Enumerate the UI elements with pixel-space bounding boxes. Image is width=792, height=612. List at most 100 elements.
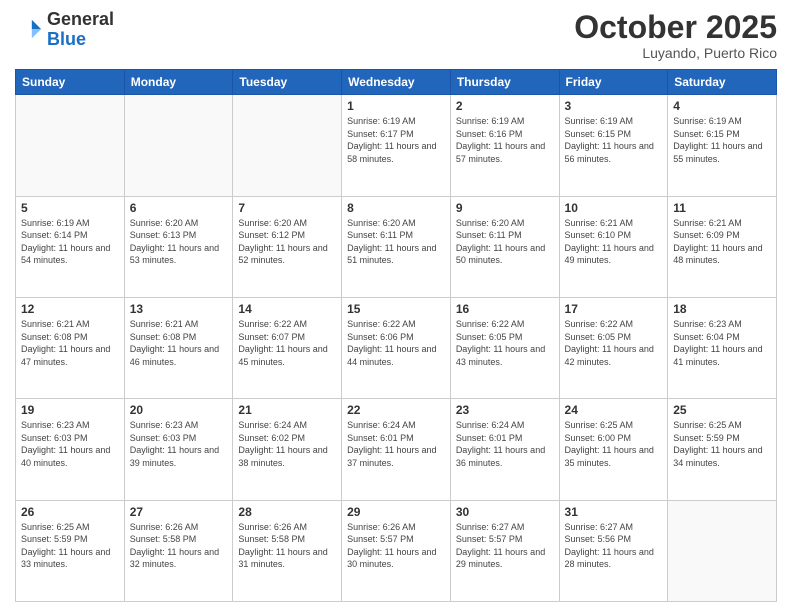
table-row: 27 Sunrise: 6:26 AM Sunset: 5:58 PM Dayli… <box>124 500 233 601</box>
table-row <box>668 500 777 601</box>
day-info: Sunrise: 6:21 AM Sunset: 6:08 PM Dayligh… <box>130 318 228 368</box>
calendar-week-row: 12Sunrise: 6:21 AM Sunset: 6:08 PM Dayli… <box>16 297 777 398</box>
table-row: 12Sunrise: 6:21 AM Sunset: 6:08 PM Dayli… <box>16 297 125 398</box>
table-row: 16Sunrise: 6:22 AM Sunset: 6:05 PM Dayli… <box>450 297 559 398</box>
logo-general: General <box>47 10 114 30</box>
table-row: 13 Sunrise: 6:21 AM Sunset: 6:08 PM Dayli… <box>124 297 233 398</box>
table-row: 11Sunrise: 6:21 AM Sunset: 6:09 PM Dayli… <box>668 196 777 297</box>
day-number: 26 <box>21 505 119 519</box>
table-row: 25Sunrise: 6:25 AM Sunset: 5:59 PM Dayli… <box>668 399 777 500</box>
day-info: Sunrise: 6:21 AM Sunset: 6:10 PM Dayligh… <box>565 217 663 267</box>
table-row: 31 Sunrise: 6:27 AM Sunset: 5:56 PM Dayli… <box>559 500 668 601</box>
day-number: 24 <box>565 403 663 417</box>
table-row: 30Sunrise: 6:27 AM Sunset: 5:57 PM Dayli… <box>450 500 559 601</box>
day-number: 21 <box>238 403 336 417</box>
table-row: 6 Sunrise: 6:20 AM Sunset: 6:13 PM Daylig… <box>124 196 233 297</box>
day-number: 6 <box>130 201 228 215</box>
calendar-week-row: 5 Sunrise: 6:19 AM Sunset: 6:14 PM Daylig… <box>16 196 777 297</box>
day-number: 17 <box>565 302 663 316</box>
logo-text: General Blue <box>47 10 114 50</box>
day-info: Sunrise: 6:21 AM Sunset: 6:08 PM Dayligh… <box>21 318 119 368</box>
day-info: Sunrise: 6:23 AM Sunset: 6:03 PM Dayligh… <box>21 419 119 469</box>
table-row: 22Sunrise: 6:24 AM Sunset: 6:01 PM Dayli… <box>342 399 451 500</box>
table-row: 18Sunrise: 6:23 AM Sunset: 6:04 PM Dayli… <box>668 297 777 398</box>
day-info: Sunrise: 6:19 AM Sunset: 6:14 PM Dayligh… <box>21 217 119 267</box>
day-number: 28 <box>238 505 336 519</box>
col-wednesday: Wednesday <box>342 70 451 95</box>
day-info: Sunrise: 6:19 AM Sunset: 6:15 PM Dayligh… <box>565 115 663 165</box>
day-number: 23 <box>456 403 554 417</box>
day-info: Sunrise: 6:19 AM Sunset: 6:15 PM Dayligh… <box>673 115 771 165</box>
table-row: 21Sunrise: 6:24 AM Sunset: 6:02 PM Dayli… <box>233 399 342 500</box>
table-row: 4 Sunrise: 6:19 AM Sunset: 6:15 PM Daylig… <box>668 95 777 196</box>
page: General Blue October 2025 Luyando, Puert… <box>0 0 792 612</box>
table-row: 24 Sunrise: 6:25 AM Sunset: 6:00 PM Dayli… <box>559 399 668 500</box>
day-info: Sunrise: 6:26 AM Sunset: 5:58 PM Dayligh… <box>130 521 228 571</box>
calendar-week-row: 19 Sunrise: 6:23 AM Sunset: 6:03 PM Dayli… <box>16 399 777 500</box>
col-saturday: Saturday <box>668 70 777 95</box>
day-info: Sunrise: 6:21 AM Sunset: 6:09 PM Dayligh… <box>673 217 771 267</box>
table-row: 17 Sunrise: 6:22 AM Sunset: 6:05 PM Dayli… <box>559 297 668 398</box>
table-row: 5 Sunrise: 6:19 AM Sunset: 6:14 PM Daylig… <box>16 196 125 297</box>
logo: General Blue <box>15 10 114 50</box>
day-number: 3 <box>565 99 663 113</box>
day-info: Sunrise: 6:27 AM Sunset: 5:56 PM Dayligh… <box>565 521 663 571</box>
table-row: 3 Sunrise: 6:19 AM Sunset: 6:15 PM Daylig… <box>559 95 668 196</box>
day-number: 5 <box>21 201 119 215</box>
day-number: 14 <box>238 302 336 316</box>
day-info: Sunrise: 6:22 AM Sunset: 6:05 PM Dayligh… <box>456 318 554 368</box>
col-friday: Friday <box>559 70 668 95</box>
day-number: 18 <box>673 302 771 316</box>
table-row: 7 Sunrise: 6:20 AM Sunset: 6:12 PM Daylig… <box>233 196 342 297</box>
day-number: 15 <box>347 302 445 316</box>
day-number: 1 <box>347 99 445 113</box>
day-number: 13 <box>130 302 228 316</box>
day-number: 30 <box>456 505 554 519</box>
day-info: Sunrise: 6:20 AM Sunset: 6:11 PM Dayligh… <box>347 217 445 267</box>
day-info: Sunrise: 6:26 AM Sunset: 5:58 PM Dayligh… <box>238 521 336 571</box>
day-info: Sunrise: 6:22 AM Sunset: 6:07 PM Dayligh… <box>238 318 336 368</box>
table-row <box>124 95 233 196</box>
table-row: 28 Sunrise: 6:26 AM Sunset: 5:58 PM Dayli… <box>233 500 342 601</box>
day-info: Sunrise: 6:22 AM Sunset: 6:05 PM Dayligh… <box>565 318 663 368</box>
table-row: 9Sunrise: 6:20 AM Sunset: 6:11 PM Daylig… <box>450 196 559 297</box>
table-row: 2 Sunrise: 6:19 AM Sunset: 6:16 PM Daylig… <box>450 95 559 196</box>
day-info: Sunrise: 6:25 AM Sunset: 5:59 PM Dayligh… <box>673 419 771 469</box>
title-block: October 2025 Luyando, Puerto Rico <box>574 10 777 61</box>
table-row: 1 Sunrise: 6:19 AM Sunset: 6:17 PM Daylig… <box>342 95 451 196</box>
calendar-week-row: 26 Sunrise: 6:25 AM Sunset: 5:59 PM Dayli… <box>16 500 777 601</box>
day-number: 29 <box>347 505 445 519</box>
day-info: Sunrise: 6:23 AM Sunset: 6:03 PM Dayligh… <box>130 419 228 469</box>
day-number: 2 <box>456 99 554 113</box>
table-row: 14 Sunrise: 6:22 AM Sunset: 6:07 PM Dayli… <box>233 297 342 398</box>
table-row: 29 Sunrise: 6:26 AM Sunset: 5:57 PM Dayli… <box>342 500 451 601</box>
table-row: 8Sunrise: 6:20 AM Sunset: 6:11 PM Daylig… <box>342 196 451 297</box>
table-row: 26 Sunrise: 6:25 AM Sunset: 5:59 PM Dayli… <box>16 500 125 601</box>
day-info: Sunrise: 6:26 AM Sunset: 5:57 PM Dayligh… <box>347 521 445 571</box>
day-info: Sunrise: 6:24 AM Sunset: 6:01 PM Dayligh… <box>456 419 554 469</box>
header: General Blue October 2025 Luyando, Puert… <box>15 10 777 61</box>
day-number: 31 <box>565 505 663 519</box>
day-info: Sunrise: 6:25 AM Sunset: 6:00 PM Dayligh… <box>565 419 663 469</box>
day-number: 4 <box>673 99 771 113</box>
location: Luyando, Puerto Rico <box>574 45 777 61</box>
col-thursday: Thursday <box>450 70 559 95</box>
table-row <box>16 95 125 196</box>
col-monday: Monday <box>124 70 233 95</box>
day-info: Sunrise: 6:20 AM Sunset: 6:13 PM Dayligh… <box>130 217 228 267</box>
day-number: 7 <box>238 201 336 215</box>
day-number: 10 <box>565 201 663 215</box>
day-number: 19 <box>21 403 119 417</box>
table-row: 20Sunrise: 6:23 AM Sunset: 6:03 PM Dayli… <box>124 399 233 500</box>
day-info: Sunrise: 6:20 AM Sunset: 6:12 PM Dayligh… <box>238 217 336 267</box>
col-sunday: Sunday <box>16 70 125 95</box>
day-number: 27 <box>130 505 228 519</box>
day-info: Sunrise: 6:19 AM Sunset: 6:16 PM Dayligh… <box>456 115 554 165</box>
calendar-week-row: 1 Sunrise: 6:19 AM Sunset: 6:17 PM Daylig… <box>16 95 777 196</box>
table-row: 15Sunrise: 6:22 AM Sunset: 6:06 PM Dayli… <box>342 297 451 398</box>
calendar-header-row: Sunday Monday Tuesday Wednesday Thursday… <box>16 70 777 95</box>
day-info: Sunrise: 6:19 AM Sunset: 6:17 PM Dayligh… <box>347 115 445 165</box>
table-row <box>233 95 342 196</box>
day-info: Sunrise: 6:20 AM Sunset: 6:11 PM Dayligh… <box>456 217 554 267</box>
day-info: Sunrise: 6:25 AM Sunset: 5:59 PM Dayligh… <box>21 521 119 571</box>
